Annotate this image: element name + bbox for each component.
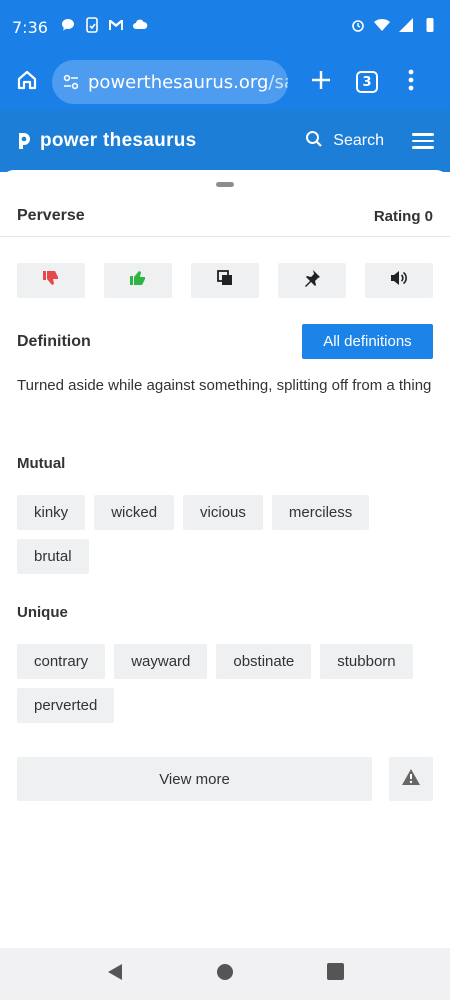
site-settings-icon[interactable] <box>62 72 80 92</box>
unique-chip[interactable]: wayward <box>114 644 208 679</box>
status-time: 7:36 <box>12 17 48 37</box>
word-title: Perverse <box>17 207 85 224</box>
unique-chips: contrary wayward obstinate stubborn perv… <box>17 644 433 723</box>
phone-sync-icon <box>84 16 100 38</box>
tab-count: 3 <box>356 71 378 93</box>
chat-bubble-icon <box>60 17 76 38</box>
recents-button[interactable] <box>315 954 355 994</box>
header-search-button[interactable]: Search <box>305 130 384 153</box>
browser-toolbar: powerthesaurus.org/sac 3 <box>0 54 450 110</box>
new-tab-button[interactable] <box>304 65 338 99</box>
home-nav-button[interactable] <box>205 954 245 994</box>
unique-chip[interactable]: contrary <box>17 644 106 679</box>
pin-icon <box>303 269 321 292</box>
copy-icon <box>216 269 234 292</box>
back-button[interactable] <box>95 954 135 994</box>
back-triangle-icon <box>107 963 123 986</box>
copy-button[interactable] <box>191 263 259 298</box>
notification-icons <box>60 16 148 38</box>
hamburger-menu-icon[interactable] <box>412 130 434 152</box>
mutual-chip[interactable]: vicious <box>183 495 263 530</box>
dislike-button[interactable] <box>17 263 85 298</box>
mutual-label: Mutual <box>17 455 66 472</box>
sheet-title-row: Perverse Rating 0 <box>0 196 450 236</box>
battery-icon <box>422 17 438 38</box>
rating-label: Rating 0 <box>373 207 433 225</box>
system-icons <box>350 17 438 38</box>
pronounce-button[interactable] <box>365 263 433 298</box>
speaker-icon <box>390 269 408 292</box>
action-buttons <box>17 263 433 298</box>
search-icon <box>305 130 323 153</box>
definition-label: Definition <box>17 332 91 350</box>
logo-text: power thesaurus <box>40 130 197 151</box>
recents-square-icon <box>326 963 344 985</box>
alarm-icon <box>350 17 366 38</box>
gmail-icon <box>108 17 124 38</box>
url-host: powerthesaurus.org <box>88 71 269 93</box>
definition-text: Turned aside while against something, sp… <box>17 377 432 394</box>
browser-menu-button[interactable] <box>394 65 428 99</box>
pin-button[interactable] <box>278 263 346 298</box>
more-vert-icon <box>408 69 414 96</box>
wifi-icon <box>374 17 390 38</box>
search-label: Search <box>333 132 384 149</box>
site-header: power thesaurus Search <box>0 110 450 172</box>
warning-icon <box>401 768 421 791</box>
mutual-chip[interactable]: merciless <box>271 495 370 530</box>
home-circle-icon <box>216 963 234 986</box>
logo-icon <box>19 133 30 149</box>
drag-handle[interactable] <box>216 182 234 187</box>
address-bar[interactable]: powerthesaurus.org/sac <box>52 60 288 104</box>
unique-label: Unique <box>17 604 68 621</box>
home-button[interactable] <box>10 65 44 99</box>
like-button[interactable] <box>104 263 172 298</box>
url-text: powerthesaurus.org/sac <box>88 72 288 93</box>
plus-icon <box>310 69 332 96</box>
tab-switcher-button[interactable]: 3 <box>350 65 384 99</box>
all-definitions-button[interactable]: All definitions <box>302 324 433 359</box>
thumbs-down-icon <box>42 269 60 292</box>
divider <box>0 236 450 237</box>
status-bar: 7:36 <box>0 0 450 54</box>
unique-chip[interactable]: perverted <box>17 688 115 723</box>
unique-chip[interactable]: stubborn <box>320 644 413 679</box>
cloud-icon <box>132 17 148 38</box>
home-icon <box>15 68 39 97</box>
view-more-button[interactable]: View more <box>17 757 372 801</box>
definition-row: Definition All definitions <box>17 324 433 359</box>
report-button[interactable] <box>389 757 433 801</box>
system-nav-bar <box>0 948 450 1000</box>
thumbs-up-icon <box>129 269 147 292</box>
url-path: /sac <box>268 71 288 93</box>
mutual-chip[interactable]: brutal <box>17 539 89 574</box>
unique-chip[interactable]: obstinate <box>216 644 312 679</box>
site-logo[interactable]: power thesaurus <box>16 130 197 152</box>
mutual-chips: kinky wicked vicious merciless brutal <box>17 495 433 574</box>
signal-icon <box>398 17 414 38</box>
mutual-chip[interactable]: kinky <box>17 495 86 530</box>
mutual-chip[interactable]: wicked <box>94 495 175 530</box>
